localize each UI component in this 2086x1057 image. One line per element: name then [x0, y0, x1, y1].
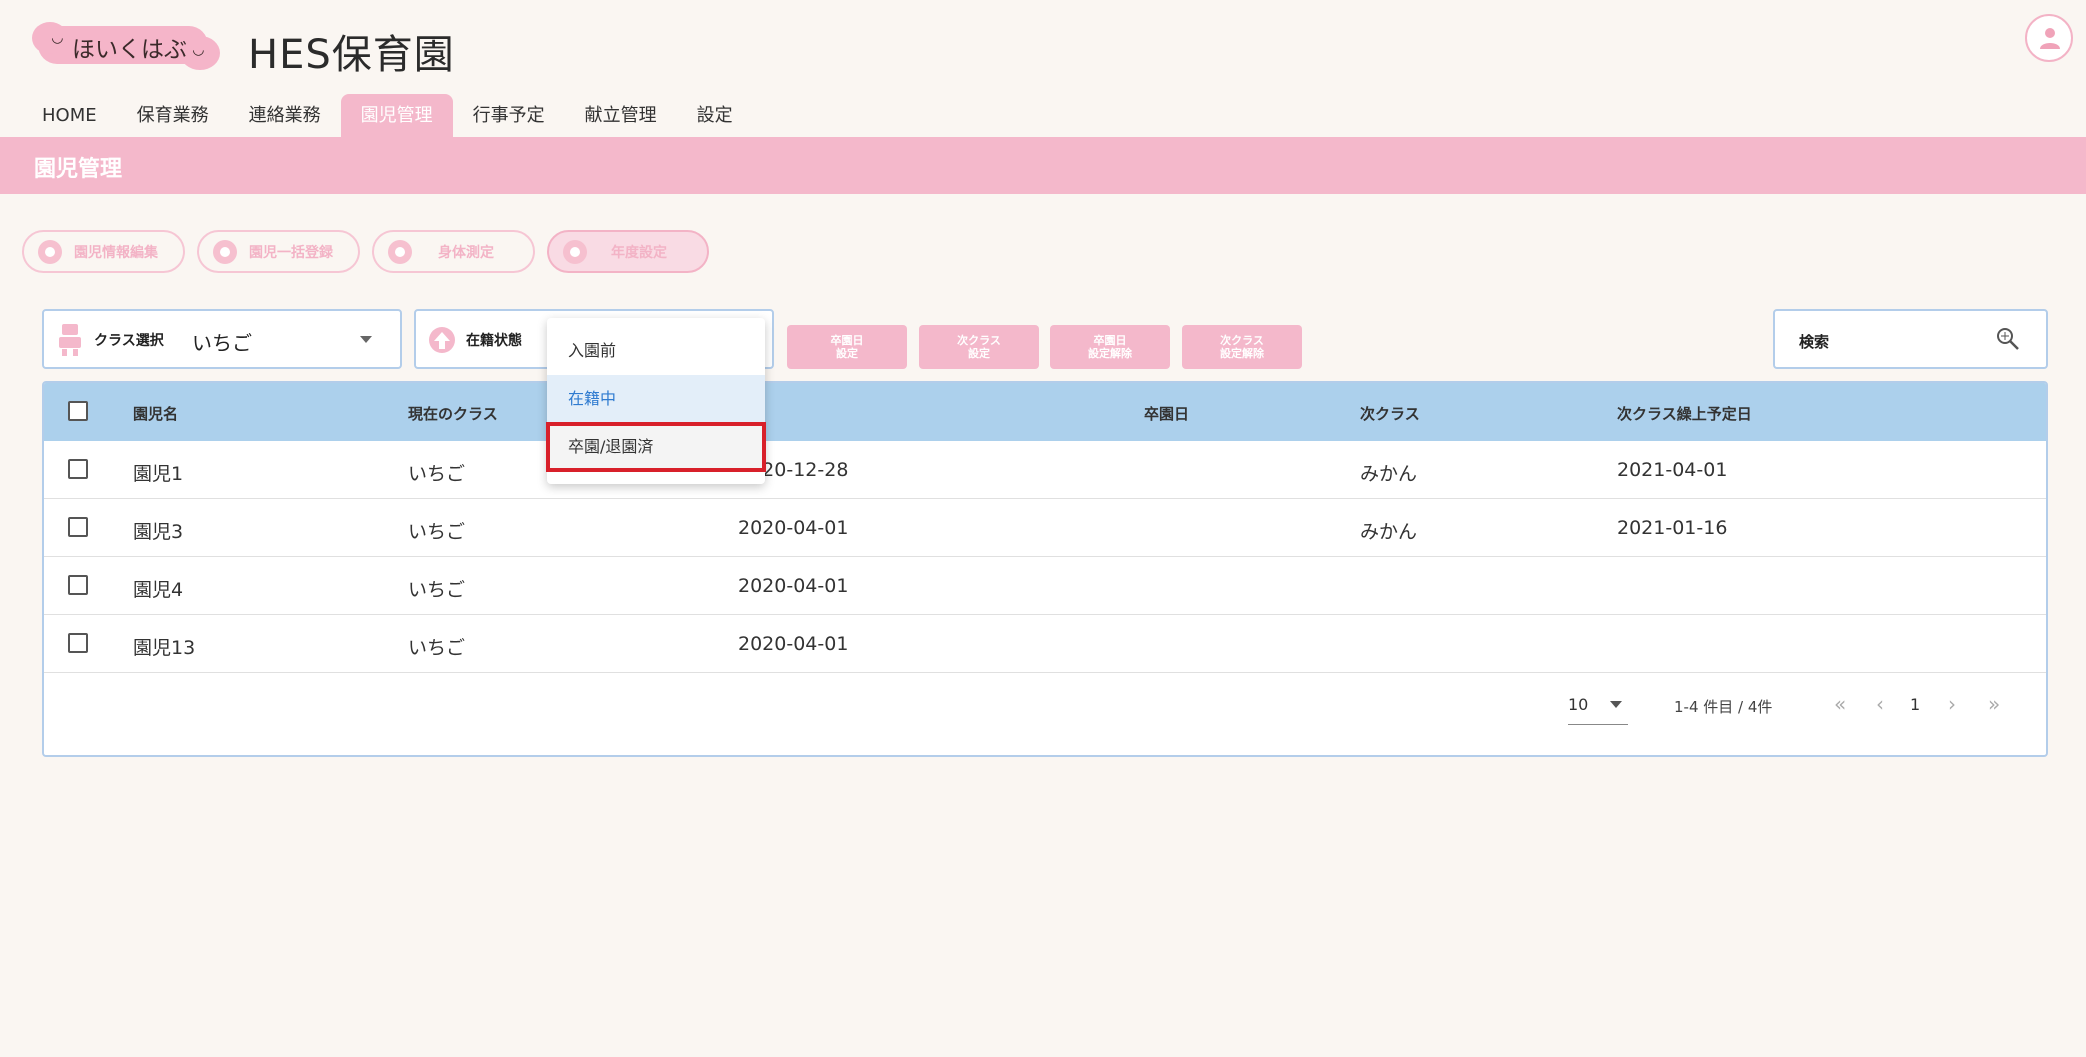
cell-child-name: 園児4 — [133, 579, 184, 601]
set-next-class-line2: 設定 — [968, 347, 990, 360]
nav-tab-contact[interactable]: 連絡業務 — [229, 94, 341, 137]
clear-next-class-line1: 次クラス — [1220, 334, 1264, 347]
nav-tab-menu[interactable]: 献立管理 — [565, 94, 677, 137]
status-option-pre-enrollment[interactable]: 入園前 — [547, 327, 765, 375]
app-title: HES保育園 — [248, 32, 455, 78]
chevron-down-icon — [360, 336, 372, 343]
cell-child-name: 園児3 — [133, 521, 184, 543]
table-row[interactable]: 園児1 いちご 2020-12-28 みかん 2021-04-01 — [44, 441, 2046, 499]
user-icon — [2040, 28, 2060, 49]
page-title: 園児管理 — [34, 157, 123, 182]
search-label: 検索 — [1799, 333, 1830, 351]
cell-next-class-date: 2021-01-16 — [1617, 517, 1728, 539]
cell-enrollment-date: 2020-04-01 — [738, 633, 849, 655]
row-checkbox[interactable] — [68, 575, 88, 595]
nav-tab-home[interactable]: HOME — [22, 94, 117, 137]
page-size-underline — [1568, 724, 1628, 725]
col-child-name[interactable]: 園児名 — [133, 403, 178, 424]
child-class-icon — [59, 324, 81, 356]
search-input[interactable]: 検索 — [1773, 309, 2048, 369]
app-logo[interactable]: ◡ ほいくはぶ ◡ — [32, 22, 220, 70]
set-graduation-date-button[interactable]: 卒園日 設定 — [787, 325, 907, 369]
pagination: 10 1-4 件目 / 4件 « ‹ 1 › » — [44, 676, 2046, 736]
enrollment-status-dropdown: 入園前 在籍中 卒園/退園済 — [546, 318, 766, 484]
row-checkbox[interactable] — [68, 517, 88, 537]
action-toolbar: 園児情報編集 園児一括登録 身体測定 年度設定 — [22, 230, 709, 273]
next-page-icon[interactable]: › — [1948, 692, 1956, 716]
clear-graduation-date-line2: 設定解除 — [1088, 347, 1132, 360]
col-graduation-date[interactable]: 卒園日 — [1144, 403, 1189, 424]
row-checkbox[interactable] — [68, 459, 88, 479]
prev-page-icon[interactable]: ‹ — [1876, 692, 1884, 716]
cell-child-name: 園児13 — [133, 637, 196, 659]
enrollment-status-icon — [429, 327, 455, 353]
set-graduation-date-line1: 卒園日 — [830, 334, 864, 347]
nav-tab-events[interactable]: 行事予定 — [453, 94, 565, 137]
search-icon[interactable] — [1995, 326, 2021, 352]
cell-current-class: いちご — [408, 463, 466, 485]
edit-child-info-button[interactable]: 園児情報編集 — [22, 230, 185, 273]
cell-next-class: みかん — [1360, 521, 1418, 543]
page-range-text: 1-4 件目 / 4件 — [1674, 698, 1773, 716]
cell-current-class: いちご — [408, 521, 466, 543]
cell-next-class: みかん — [1360, 463, 1418, 485]
star-icon — [563, 239, 587, 264]
logo-text: ほいくはぶ — [72, 37, 187, 63]
clear-graduation-date-line1: 卒園日 — [1093, 334, 1127, 347]
set-next-class-line1: 次クラス — [957, 334, 1001, 347]
page-size-chevron-down-icon[interactable] — [1610, 701, 1622, 708]
body-measurement-label: 身体測定 — [438, 244, 494, 261]
col-next-class-date[interactable]: 次クラス繰上予定日 — [1617, 403, 1752, 424]
cell-current-class: いちご — [408, 579, 466, 601]
status-option-graduated[interactable]: 卒園/退園済 — [546, 422, 766, 472]
logo-smile-left: ◡ — [52, 30, 63, 46]
table-row[interactable]: 園児13 いちご 2020-04-01 — [44, 615, 2046, 673]
status-option-enrolled[interactable]: 在籍中 — [547, 375, 765, 423]
select-all-checkbox[interactable] — [68, 401, 88, 421]
clear-next-class-button[interactable]: 次クラス 設定解除 — [1182, 325, 1302, 369]
clear-next-class-line2: 設定解除 — [1220, 347, 1264, 360]
page-title-band: 園児管理 — [0, 137, 2086, 194]
current-page-number[interactable]: 1 — [1910, 695, 1920, 714]
col-next-class[interactable]: 次クラス — [1360, 403, 1420, 424]
fiscal-year-settings-button[interactable]: 年度設定 — [547, 230, 709, 273]
fiscal-year-settings-label: 年度設定 — [611, 244, 667, 261]
children-table: 園児名 現在のクラス 日 卒園日 次クラス 次クラス繰上予定日 園児1 いちご … — [42, 381, 2048, 757]
row-checkbox[interactable] — [68, 633, 88, 653]
last-page-icon[interactable]: » — [1988, 692, 2000, 716]
table-row[interactable]: 園児3 いちご 2020-04-01 みかん 2021-01-16 — [44, 499, 2046, 557]
first-page-icon[interactable]: « — [1834, 692, 1846, 716]
table-row[interactable]: 園児4 いちご 2020-04-01 — [44, 557, 2046, 615]
set-graduation-date-line2: 設定 — [836, 347, 858, 360]
set-next-class-button[interactable]: 次クラス 設定 — [919, 325, 1039, 369]
user-avatar-button[interactable] — [2025, 14, 2073, 62]
cell-enrollment-date: 2020-04-01 — [738, 575, 849, 597]
table-header: 園児名 現在のクラス 日 卒園日 次クラス 次クラス繰上予定日 — [44, 383, 2046, 441]
bulk-register-button[interactable]: 園児一括登録 — [197, 230, 360, 273]
measurement-icon — [388, 239, 412, 264]
col-current-class[interactable]: 現在のクラス — [408, 403, 498, 424]
body-measurement-button[interactable]: 身体測定 — [372, 230, 535, 273]
edit-child-info-label: 園児情報編集 — [74, 244, 158, 261]
cell-enrollment-date: 2020-04-01 — [738, 517, 849, 539]
logo-smile-right: ◡ — [193, 42, 204, 58]
nav-tab-children[interactable]: 園児管理 — [340, 94, 453, 137]
nav-tab-childcare[interactable]: 保育業務 — [117, 94, 229, 137]
class-select[interactable]: クラス選択 いちご — [42, 309, 402, 369]
enrollment-status-label: 在籍状態 — [466, 333, 522, 349]
bulk-register-icon — [213, 239, 237, 264]
class-select-value: いちご — [192, 331, 252, 355]
class-select-label: クラス選択 — [94, 333, 164, 349]
bulk-register-label: 園児一括登録 — [249, 244, 333, 261]
cell-current-class: いちご — [408, 637, 466, 659]
clear-graduation-date-button[interactable]: 卒園日 設定解除 — [1050, 325, 1170, 369]
nav-tab-settings[interactable]: 設定 — [677, 94, 753, 137]
app-header: ◡ ほいくはぶ ◡ HES保育園 — [0, 0, 2086, 95]
cell-child-name: 園児1 — [133, 463, 184, 485]
child-edit-icon — [38, 239, 62, 264]
main-nav: HOME 保育業務 連絡業務 園児管理 行事予定 献立管理 設定 — [22, 94, 753, 137]
cell-next-class-date: 2021-04-01 — [1617, 459, 1728, 481]
page-size-value[interactable]: 10 — [1568, 695, 1588, 714]
